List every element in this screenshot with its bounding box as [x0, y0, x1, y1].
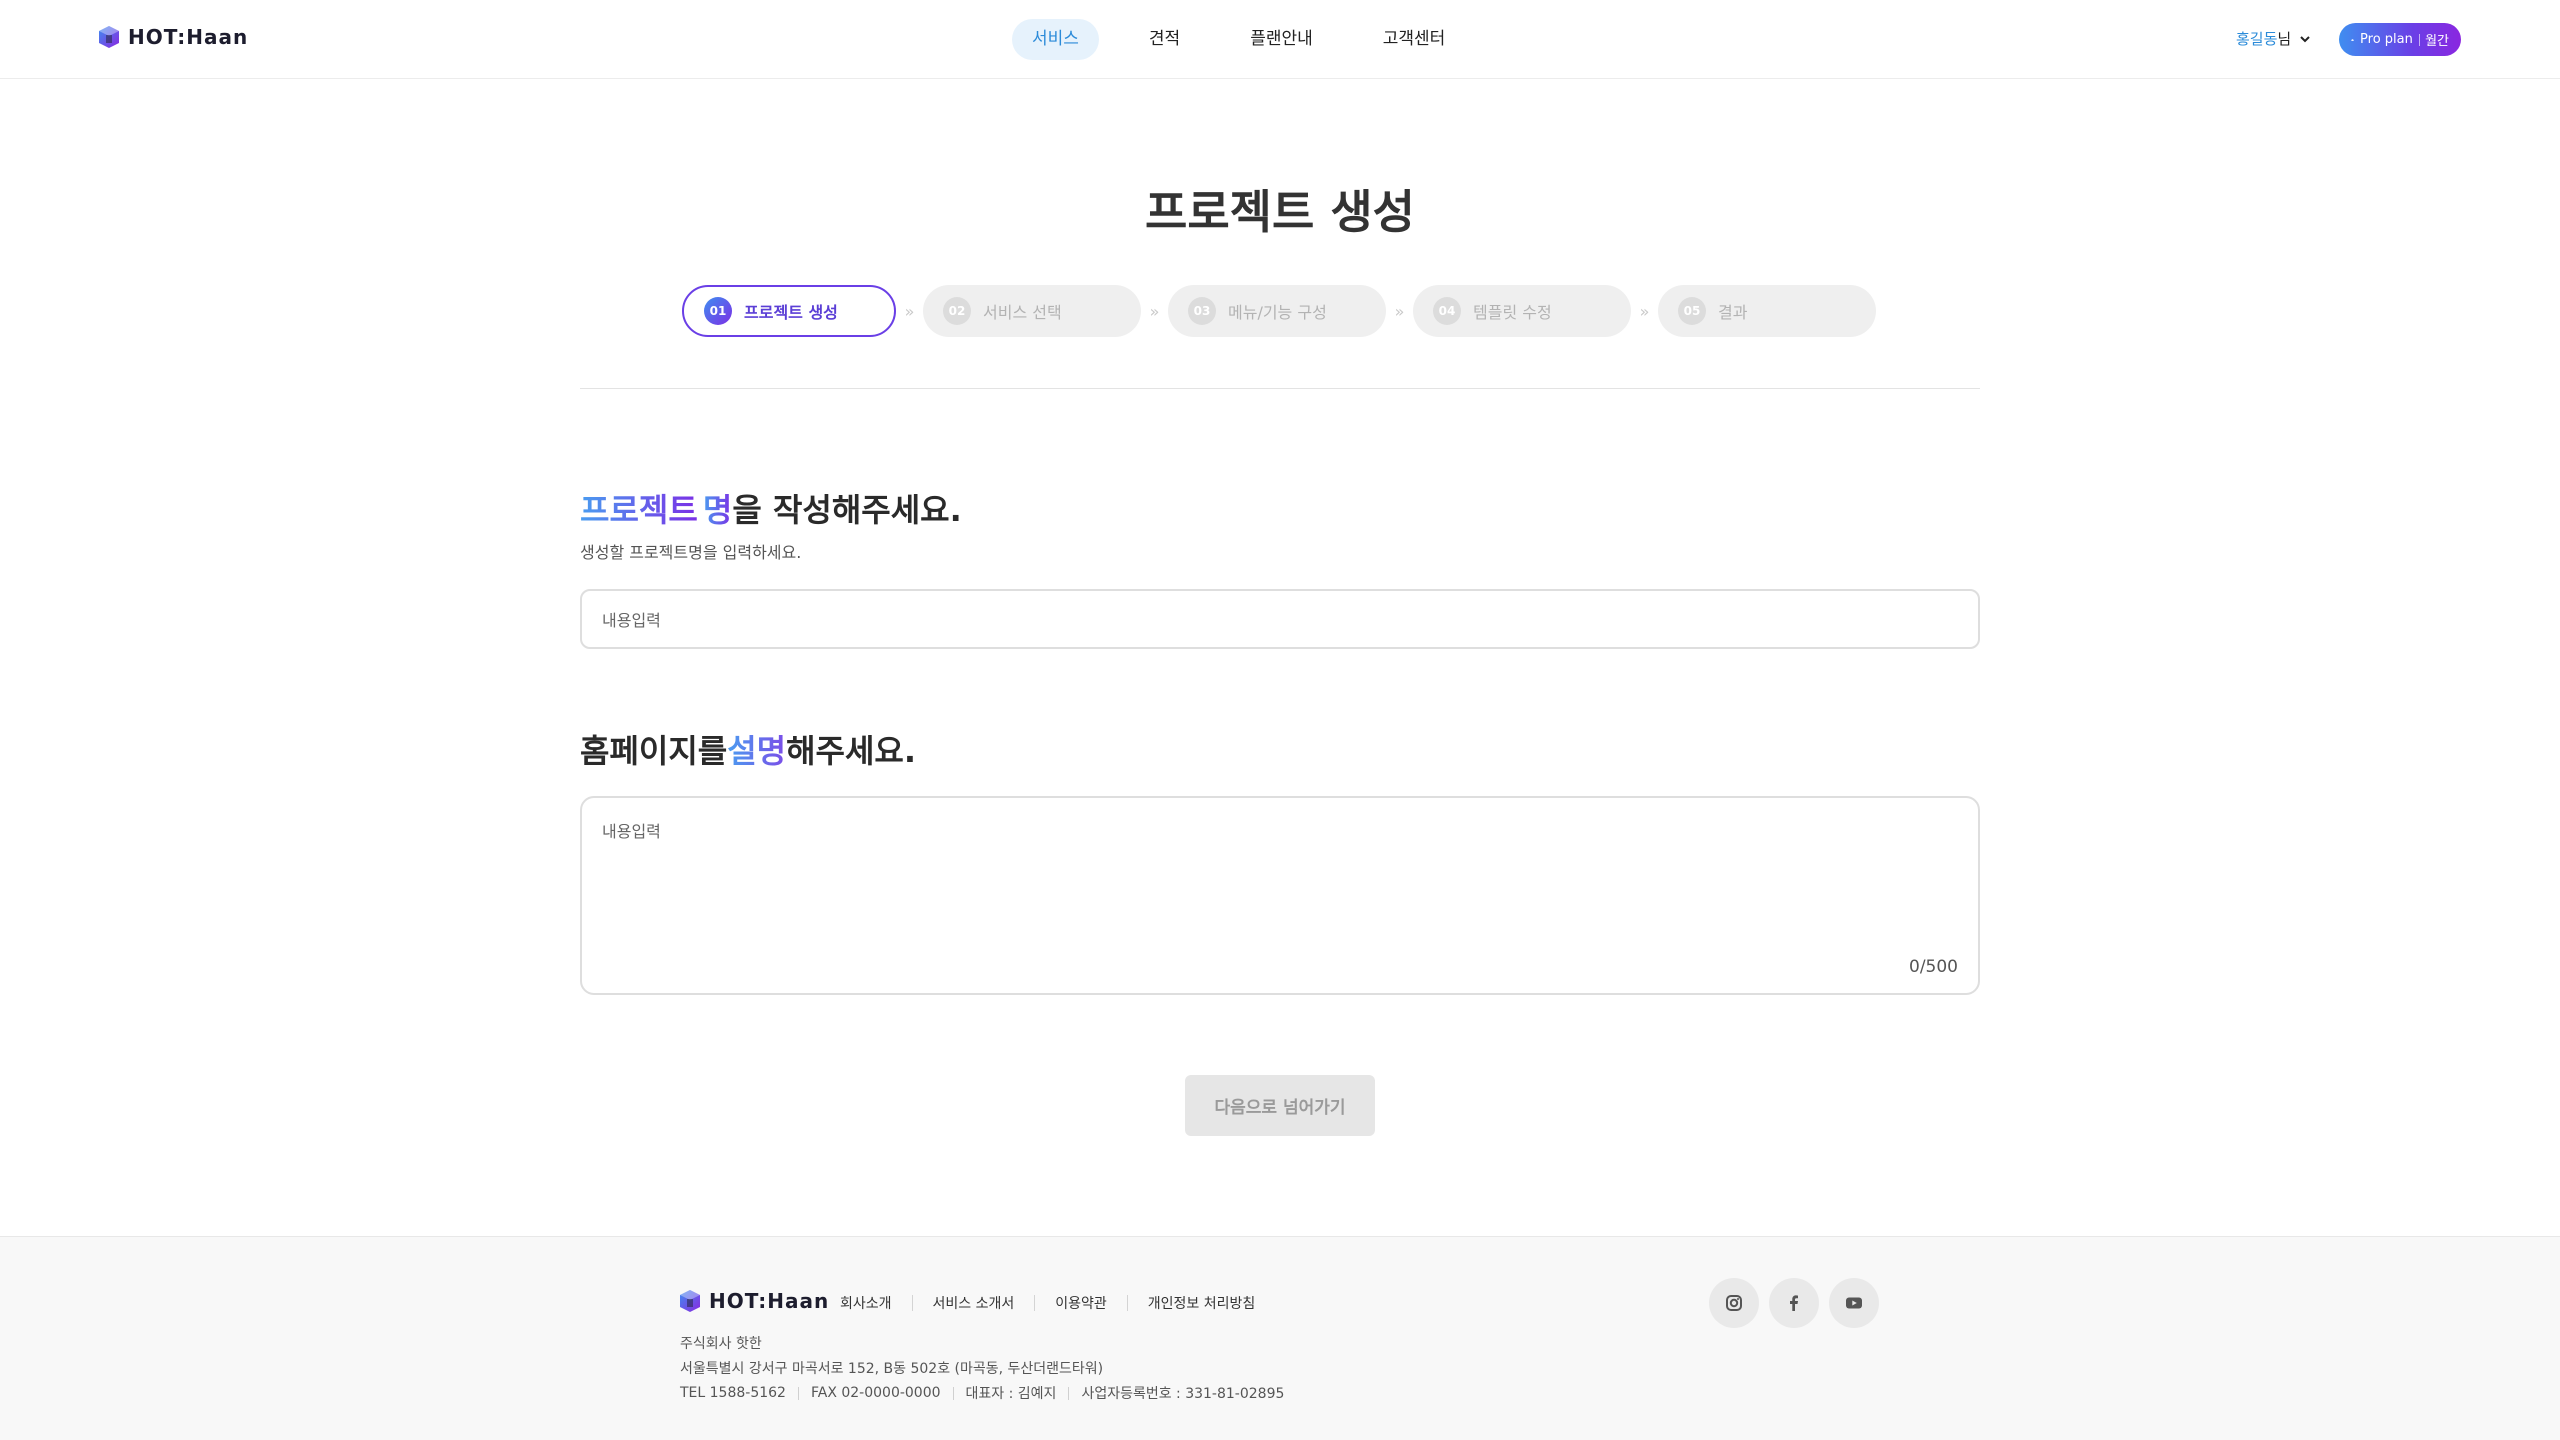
site-header: HOT:Haan 서비스 견적 플랜안내 고객센터 홍길동 님 Pro plan… [0, 0, 2560, 79]
crown-icon [2351, 38, 2354, 41]
step-menu-config[interactable]: 03 메뉴/기능 구성 [1168, 285, 1386, 337]
nav-item-plans[interactable]: 플랜안내 [1230, 19, 1333, 60]
heading-highlight: 명 [702, 491, 733, 529]
project-name-hint: 생성할 프로젝트명을 입력하세요. [580, 543, 802, 562]
step-separator-icon: » [1394, 301, 1405, 321]
company-info: TEL 1588-5162 FAX 02-0000-0000 대표자 : 김예지… [680, 1383, 1284, 1403]
site-footer: HOT:Haan 회사소개 서비스 소개서 이용약관 개인정보 처리방침 주식회… [0, 1236, 2560, 1440]
step-service-select[interactable]: 02 서비스 선택 [923, 285, 1141, 337]
plan-period: 월간 [2425, 34, 2449, 49]
nav-item-support[interactable]: 고객센터 [1363, 19, 1466, 60]
step-indicator: 01 프로젝트 생성 » 02 서비스 선택 » 03 메뉴/기능 구성 » 0… [682, 285, 1876, 337]
facebook-button[interactable] [1769, 1278, 1819, 1328]
user-menu[interactable]: 홍길동 님 [2236, 28, 2311, 49]
logo-cube-icon [99, 26, 119, 48]
step-label: 메뉴/기능 구성 [1228, 303, 1327, 322]
step-project-create[interactable]: 01 프로젝트 생성 [682, 285, 896, 337]
step-result[interactable]: 05 결과 [1658, 285, 1876, 337]
project-name-placeholder: 내용입력 [602, 611, 661, 630]
company-tel: TEL 1588-5162 [680, 1385, 786, 1401]
logo-cube-icon [680, 1290, 700, 1312]
company-ceo: 대표자 : 김예지 [965, 1386, 1057, 1402]
instagram-icon [1726, 1295, 1742, 1311]
company-address: 서울특별시 강서구 마곡서로 152, B동 502호 (마곡동, 두산더랜드타… [680, 1361, 1104, 1377]
plan-badge[interactable]: Pro plan 월간 [2339, 23, 2461, 56]
info-divider [1068, 1386, 1070, 1400]
info-divider [952, 1386, 954, 1400]
description-heading: 홈페이지를설명해주세요. [580, 726, 916, 772]
footer-link-privacy[interactable]: 개인정보 처리방침 [1148, 1293, 1256, 1313]
youtube-icon [1846, 1297, 1862, 1309]
step-separator-icon: » [1639, 301, 1650, 321]
next-step-button[interactable]: 다음으로 넘어가기 [1185, 1075, 1375, 1136]
footer-link-brochure[interactable]: 서비스 소개서 [933, 1293, 1015, 1313]
nav-item-estimate[interactable]: 견적 [1129, 19, 1200, 60]
heading-highlight: 프로젝트 [580, 491, 698, 529]
youtube-button[interactable] [1829, 1278, 1879, 1328]
footer-link-about[interactable]: 회사소개 [840, 1293, 892, 1313]
link-divider [1126, 1295, 1128, 1311]
character-counter: 0/500 [1909, 957, 1958, 977]
heading-highlight: 설명 [727, 732, 787, 770]
main-nav: 서비스 견적 플랜안내 고객센터 [1012, 19, 1495, 60]
step-separator-icon: » [1149, 301, 1160, 321]
user-suffix: 님 [2277, 30, 2292, 48]
step-label: 템플릿 수정 [1473, 303, 1552, 322]
logo-text: HOT:Haan [709, 1289, 830, 1313]
step-separator-icon: » [904, 301, 915, 321]
step-number: 05 [1678, 297, 1706, 325]
description-textarea[interactable]: 내용입력 0/500 [580, 796, 1980, 995]
step-number: 03 [1188, 297, 1216, 325]
project-name-input[interactable]: 내용입력 [580, 589, 1980, 649]
link-divider [911, 1295, 913, 1311]
step-label: 서비스 선택 [983, 303, 1062, 322]
link-divider [1034, 1295, 1036, 1311]
plan-label: Pro plan [2360, 32, 2413, 47]
description-placeholder: 내용입력 [602, 822, 661, 841]
page-title: 프로젝트 생성 [1145, 185, 1415, 239]
company-name: 주식회사 핫한 [680, 1336, 762, 1352]
info-divider [797, 1386, 799, 1400]
nav-item-service[interactable]: 서비스 [1012, 19, 1099, 60]
footer-links: 회사소개 서비스 소개서 이용약관 개인정보 처리방침 [840, 1293, 1255, 1313]
step-label: 결과 [1718, 303, 1748, 322]
step-number: 02 [943, 297, 971, 325]
header-logo[interactable]: HOT:Haan [98, 25, 248, 49]
facebook-icon [1790, 1295, 1798, 1311]
company-business-number: 사업자등록번호 : 331-81-02895 [1081, 1386, 1285, 1402]
user-name: 홍길동 [2236, 30, 2278, 48]
footer-logo[interactable]: HOT:Haan [679, 1289, 829, 1313]
heading-text: 을 작성해주세요. [732, 491, 962, 529]
heading-text: 해주세요. [786, 732, 917, 770]
chevron-down-icon [2300, 35, 2310, 42]
logo-text: HOT:Haan [128, 25, 249, 49]
project-name-heading: 프로젝트 명을 작성해주세요. [580, 485, 962, 531]
step-number: 04 [1433, 297, 1461, 325]
step-number: 01 [704, 297, 732, 325]
step-template-edit[interactable]: 04 템플릿 수정 [1413, 285, 1631, 337]
heading-text: 홈페이지를 [580, 732, 728, 770]
section-divider [580, 388, 1980, 389]
footer-link-terms[interactable]: 이용약관 [1055, 1293, 1107, 1313]
company-fax: FAX 02-0000-0000 [810, 1385, 941, 1401]
instagram-button[interactable] [1709, 1278, 1759, 1328]
step-label: 프로젝트 생성 [744, 303, 838, 322]
